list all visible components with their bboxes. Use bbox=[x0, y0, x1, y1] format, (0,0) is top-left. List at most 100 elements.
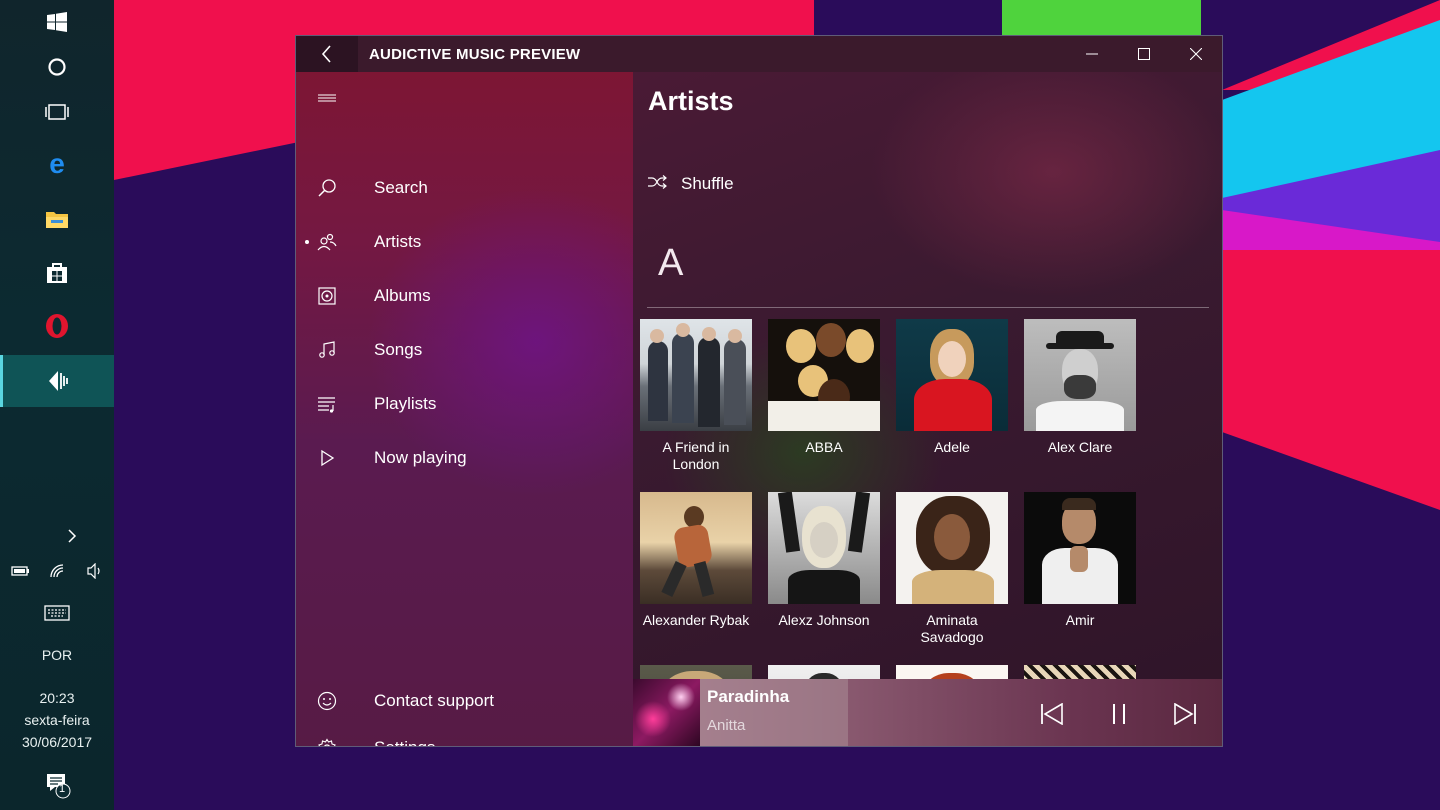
audictive-icon[interactable] bbox=[0, 355, 114, 407]
songs-icon bbox=[317, 340, 337, 360]
pause-button[interactable] bbox=[1101, 696, 1137, 732]
artist-tile[interactable]: Alexz Johnson bbox=[768, 492, 880, 629]
file-explorer-icon[interactable] bbox=[0, 194, 114, 244]
nav-item-label: Artists bbox=[374, 232, 422, 251]
artist-tile[interactable]: Aminata Savadogo bbox=[896, 492, 1008, 646]
wallpaper-shape bbox=[1222, 250, 1440, 510]
nav-item-contact-support[interactable]: Contact support bbox=[296, 674, 633, 728]
volume-icon[interactable] bbox=[86, 562, 104, 584]
section-header-letter[interactable]: A bbox=[658, 242, 683, 285]
gear-icon bbox=[317, 738, 337, 746]
play-icon bbox=[317, 448, 337, 468]
artist-tile[interactable]: Adele bbox=[896, 319, 1008, 456]
shuffle-icon bbox=[647, 174, 667, 194]
minimize-button[interactable] bbox=[1066, 36, 1118, 72]
title-bar: AUDICTIVE MUSIC PREVIEW bbox=[296, 36, 1222, 72]
artist-name: Amir bbox=[1065, 612, 1095, 628]
nav-item-artists[interactable]: Artists bbox=[296, 215, 633, 269]
windows-start-icon[interactable] bbox=[0, 0, 114, 47]
nav-item-settings[interactable]: Settings bbox=[296, 728, 633, 746]
artist-tile[interactable]: Alexander Rybak bbox=[640, 492, 752, 629]
store-icon[interactable] bbox=[0, 248, 114, 298]
artist-photo bbox=[896, 492, 1008, 604]
clock-time[interactable]: 20:23 bbox=[0, 690, 114, 706]
artist-photo bbox=[1024, 492, 1136, 604]
section-divider bbox=[647, 307, 1209, 308]
minimize-icon bbox=[1086, 53, 1098, 55]
artist-photo bbox=[896, 319, 1008, 431]
nav-item-songs[interactable]: Songs bbox=[296, 323, 633, 377]
edge-icon[interactable]: e bbox=[0, 139, 114, 189]
nav-item-label: Search bbox=[374, 178, 428, 197]
nav-item-label: Settings bbox=[374, 738, 435, 746]
artist-name: Alex Clare bbox=[1047, 439, 1113, 455]
active-indicator bbox=[305, 240, 309, 244]
maximize-button[interactable] bbox=[1118, 36, 1170, 72]
nav-item-label: Playlists bbox=[374, 394, 437, 413]
artist-photo bbox=[768, 492, 880, 604]
clock-date[interactable]: 30/06/2017 bbox=[0, 734, 114, 750]
navigation-pane: Search Artists Albums Songs Playlists No… bbox=[296, 72, 633, 746]
taskbar: e POR 20:23 sexta-feira 30/06/2017 1 bbox=[0, 0, 114, 810]
nav-item-search[interactable]: Search bbox=[296, 161, 633, 215]
app-title: AUDICTIVE MUSIC PREVIEW bbox=[369, 45, 581, 63]
wallpaper-shape bbox=[1002, 0, 1201, 36]
svg-text:e: e bbox=[49, 151, 65, 177]
nav-item-label: Now playing bbox=[374, 448, 467, 467]
artist-name: Alexander Rybak bbox=[642, 612, 750, 628]
close-icon bbox=[1190, 48, 1202, 60]
page-title: Artists bbox=[648, 86, 734, 116]
maximize-icon bbox=[1138, 48, 1150, 60]
shuffle-label: Shuffle bbox=[681, 174, 734, 193]
hamburger-icon bbox=[318, 94, 336, 102]
input-language[interactable]: POR bbox=[0, 647, 114, 663]
nav-item-now-playing[interactable]: Now playing bbox=[296, 431, 633, 485]
shuffle-button[interactable]: Shuffle bbox=[647, 174, 734, 194]
skip-previous-icon bbox=[1041, 703, 1063, 725]
search-icon bbox=[317, 178, 337, 198]
close-button[interactable] bbox=[1170, 36, 1222, 72]
track-info[interactable]: Paradinha Anitta bbox=[700, 679, 848, 746]
system-tray bbox=[0, 562, 114, 584]
now-playing-bar[interactable]: Paradinha Anitta bbox=[633, 679, 1222, 746]
artist-photo bbox=[640, 492, 752, 604]
playlists-icon bbox=[317, 394, 337, 414]
pause-icon bbox=[1113, 704, 1125, 724]
hamburger-menu-button[interactable] bbox=[317, 91, 337, 107]
artist-name: Alexz Johnson bbox=[778, 612, 870, 628]
app-window: AUDICTIVE MUSIC PREVIEW Search Artists A… bbox=[295, 35, 1223, 747]
action-center-icon[interactable]: 1 bbox=[0, 760, 114, 810]
artist-tile[interactable]: ABBA bbox=[768, 319, 880, 456]
artist-tile[interactable]: Alex Clare bbox=[1024, 319, 1136, 456]
cortana-icon[interactable] bbox=[0, 42, 114, 92]
next-button[interactable] bbox=[1167, 696, 1203, 732]
nav-item-albums[interactable]: Albums bbox=[296, 269, 633, 323]
battery-icon[interactable] bbox=[10, 564, 30, 583]
track-artist: Anitta bbox=[707, 717, 746, 734]
artist-tile[interactable]: A Friend in London bbox=[640, 319, 752, 473]
track-title: Paradinha bbox=[707, 687, 790, 706]
nav-item-label: Contact support bbox=[374, 691, 495, 710]
nav-item-label: Albums bbox=[374, 286, 431, 305]
opera-icon[interactable] bbox=[0, 301, 114, 351]
notification-count: 1 bbox=[59, 783, 66, 795]
nav-item-label: Songs bbox=[374, 340, 423, 359]
clock-day[interactable]: sexta-feira bbox=[0, 712, 114, 728]
artist-photo bbox=[640, 319, 752, 431]
artist-name: Aminata Savadogo bbox=[920, 612, 984, 645]
back-arrow-icon bbox=[321, 45, 331, 63]
chevron-right-icon[interactable] bbox=[0, 511, 114, 561]
wifi-icon[interactable] bbox=[49, 563, 67, 584]
artists-icon bbox=[317, 232, 337, 252]
task-view-icon[interactable] bbox=[0, 87, 114, 137]
keyboard-icon[interactable] bbox=[0, 588, 114, 638]
smiley-icon bbox=[317, 691, 337, 711]
nav-item-playlists[interactable]: Playlists bbox=[296, 377, 633, 431]
previous-button[interactable] bbox=[1034, 696, 1070, 732]
artist-name: ABBA bbox=[805, 439, 843, 455]
artist-name: Adele bbox=[934, 439, 970, 455]
back-button[interactable] bbox=[296, 36, 358, 72]
artists-page: Artists Shuffle A A Friend in London ABB… bbox=[633, 72, 1222, 746]
album-cover[interactable] bbox=[633, 679, 700, 746]
artist-tile[interactable]: Amir bbox=[1024, 492, 1136, 629]
